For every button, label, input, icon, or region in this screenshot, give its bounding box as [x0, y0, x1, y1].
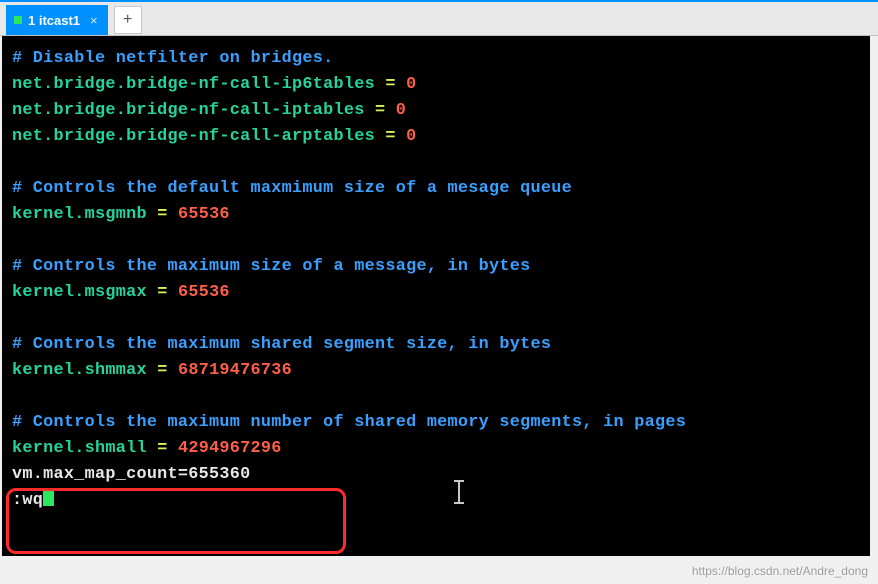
tab-label: 1 itcast1	[28, 13, 80, 28]
watermark-text: https://blog.csdn.net/Andre_dong	[692, 564, 868, 578]
terminal-line: # Controls the maximum number of shared …	[12, 410, 864, 436]
terminal-line: vm.max_map_count=655360	[12, 462, 864, 488]
terminal-line	[12, 384, 864, 410]
terminal-line: kernel.shmall = 4294967296	[12, 436, 864, 462]
terminal-line: kernel.shmmax = 68719476736	[12, 358, 864, 384]
terminal-line: kernel.msgmnb = 65536	[12, 202, 864, 228]
tab-active[interactable]: 1 itcast1 ×	[6, 5, 108, 35]
terminal-line: net.bridge.bridge-nf-call-ip6tables = 0	[12, 72, 864, 98]
terminal-line: net.bridge.bridge-nf-call-arptables = 0	[12, 124, 864, 150]
terminal-line: # Disable netfilter on bridges.	[12, 46, 864, 72]
terminal-line: # Controls the maximum shared segment si…	[12, 332, 864, 358]
terminal-line	[12, 150, 864, 176]
terminal-line: kernel.msgmax = 65536	[12, 280, 864, 306]
terminal-line: # Controls the default maxmimum size of …	[12, 176, 864, 202]
terminal-line: # Controls the maximum size of a message…	[12, 254, 864, 280]
close-icon[interactable]: ×	[86, 13, 98, 28]
terminal-viewport[interactable]: # Disable netfilter on bridges.net.bridg…	[2, 36, 870, 556]
terminal-content: # Disable netfilter on bridges.net.bridg…	[12, 46, 864, 514]
cursor-block-icon	[43, 488, 54, 506]
terminal-line: net.bridge.bridge-nf-call-iptables = 0	[12, 98, 864, 124]
terminal-line: :wq	[12, 488, 864, 514]
new-tab-button[interactable]: +	[114, 6, 142, 34]
terminal-line	[12, 228, 864, 254]
terminal-line	[12, 306, 864, 332]
tab-bar: 1 itcast1 × +	[0, 0, 878, 36]
status-dot-icon	[14, 16, 22, 24]
